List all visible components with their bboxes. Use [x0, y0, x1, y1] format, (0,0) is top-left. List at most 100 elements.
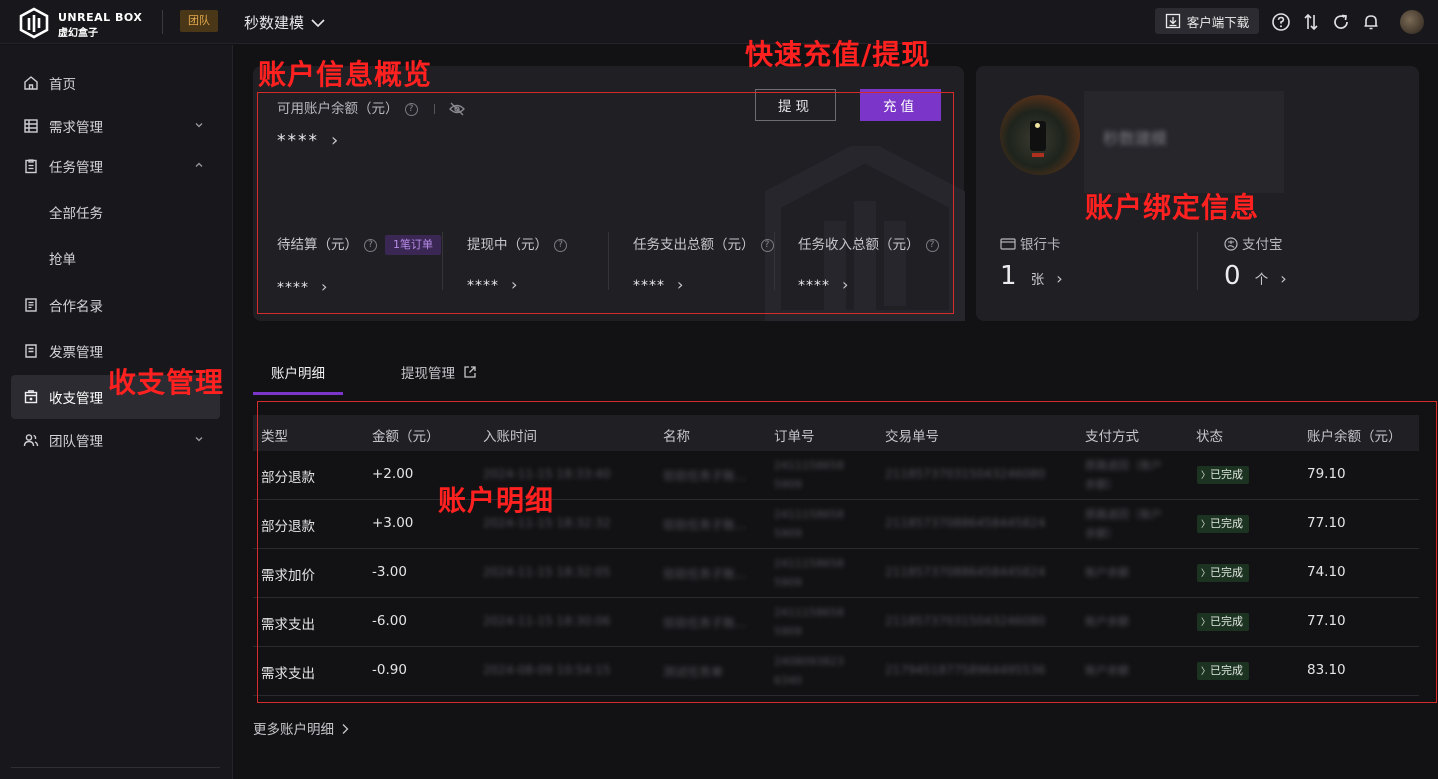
- cell-order-id-cont: 6340: [774, 674, 802, 687]
- alipay-unit: 个: [1254, 272, 1269, 288]
- cell-transaction-id: 211857370886458445824: [885, 516, 1046, 530]
- external-link-icon: [464, 366, 476, 378]
- withdraw-button[interactable]: 提现: [755, 89, 836, 121]
- cell-time: 2024-11-15 18:32:05: [483, 565, 611, 579]
- cell-payment-method: 账户余额: [1085, 615, 1129, 628]
- client-download-button[interactable]: 客户端下载: [1155, 8, 1259, 34]
- cell-order-id: 2411158658: [774, 508, 844, 521]
- alipay-count-row[interactable]: 0 个 ›: [1224, 261, 1287, 291]
- bank-card-label-row: 银行卡: [1000, 233, 1061, 253]
- logo-icon: [19, 7, 49, 39]
- help-circle-icon[interactable]: ?: [404, 102, 418, 116]
- balance-label-row: 可用账户余额（元）?: [277, 97, 466, 117]
- label-divider: [433, 104, 435, 114]
- column-header: 类型: [261, 429, 288, 445]
- help-circle-icon[interactable]: ?: [364, 238, 377, 252]
- status-badge: 〉已完成: [1197, 466, 1250, 484]
- column-header: 交易单号: [885, 429, 939, 445]
- status-dot-icon: 〉: [1201, 667, 1211, 677]
- account-name: 秒数建模: [1103, 129, 1168, 148]
- status-label: 已完成: [1210, 468, 1244, 481]
- sort-icon[interactable]: [1301, 12, 1321, 32]
- column-header: 订单号: [774, 429, 815, 445]
- bell-icon[interactable]: [1361, 12, 1381, 32]
- cell-amount: +3.00: [372, 515, 414, 531]
- top-bar: UNREAL BOX 虚幻盒子 团队 秒数建模 客户端下载: [0, 0, 1438, 44]
- table-header: 类型 金额（元） 入账时间 名称 订单号 交易单号 支付方式 状态 账户余额（元…: [253, 415, 1419, 451]
- table-row[interactable]: 部分退款 +3.00 2024-11-15 18:32:32 验验任务子账... 241…: [253, 500, 1419, 549]
- cell-name: 验验任务子账...: [663, 469, 747, 483]
- workspace-selector[interactable]: 秒数建模: [244, 12, 325, 33]
- alipay-count: 0: [1224, 261, 1241, 291]
- tab-account-detail[interactable]: 账户明细: [271, 362, 325, 382]
- alipay-icon: [1224, 237, 1238, 251]
- refresh-icon[interactable]: [1331, 12, 1351, 32]
- cell-type: 需求支出: [261, 666, 315, 682]
- stat-pending: 待结算（元）? 1笔订单 **** ›: [277, 233, 441, 296]
- alipay-label-row: 支付宝: [1224, 233, 1283, 253]
- stat-divider: [442, 232, 443, 290]
- stat-value-row[interactable]: **** ›: [467, 275, 567, 294]
- workspace-name: 秒数建模: [244, 14, 305, 32]
- eye-off-icon[interactable]: [449, 102, 466, 116]
- cell-payment-method: 账户余额: [1085, 566, 1129, 579]
- help-icon[interactable]: [1271, 12, 1291, 32]
- help-circle-icon[interactable]: ?: [760, 238, 774, 252]
- table-row[interactable]: 需求加价 -3.00 2024-11-15 18:32:05 验验任务子账... 241…: [253, 549, 1419, 598]
- sidebar-item-partners[interactable]: 合作名录: [11, 283, 220, 327]
- balance-value-row[interactable]: **** ›: [277, 130, 338, 151]
- table-row[interactable]: 需求支出 -0.90 2024-08-09 10:54:15 测试任务单 2408093…: [253, 647, 1419, 696]
- cell-payment-method: 账户余额: [1085, 664, 1129, 677]
- more-account-detail-link[interactable]: 更多账户明细: [253, 718, 350, 738]
- stat-value: ****: [277, 280, 309, 296]
- stat-value-row[interactable]: **** ›: [277, 277, 441, 296]
- cell-type: 部分退款: [261, 519, 315, 535]
- bank-card-count-row[interactable]: 1 张 ›: [1000, 261, 1063, 291]
- chevron-right-icon: ›: [1056, 269, 1063, 288]
- table-row[interactable]: 部分退款 +2.00 2024-11-15 18:33:40 验验任务子账... 241…: [253, 451, 1419, 500]
- cell-type: 部分退款: [261, 470, 315, 486]
- cell-transaction-id: 211857370886458445824: [885, 565, 1046, 579]
- cell-amount: -0.90: [372, 662, 407, 678]
- sidebar-item-home[interactable]: 首页: [11, 61, 220, 105]
- balance-label: 可用账户余额（元）: [277, 101, 399, 117]
- stat-withdrawing: 提现中（元）? **** ›: [467, 233, 567, 294]
- stat-value: ****: [798, 278, 830, 294]
- bank-card-count: 1: [1000, 261, 1017, 291]
- sidebar-item-team[interactable]: 团队管理: [11, 418, 220, 462]
- help-circle-icon[interactable]: ?: [554, 238, 567, 252]
- cell-transaction-id: 211857370315043246080: [885, 467, 1046, 481]
- clipboard-icon: [25, 159, 37, 174]
- tab-withdraw-management[interactable]: 提现管理: [401, 362, 477, 382]
- help-circle-icon[interactable]: ?: [925, 238, 939, 252]
- status-badge: 〉已完成: [1197, 662, 1250, 680]
- stat-task-income: 任务收入总额（元）? **** ›: [798, 233, 939, 294]
- cell-order-id-cont: 5909: [774, 527, 802, 540]
- sidebar-item-label: 首页: [49, 77, 76, 93]
- annotation-label-overview: 账户信息概览: [258, 58, 433, 91]
- stat-divider: [774, 232, 775, 290]
- user-avatar[interactable]: [1400, 10, 1424, 34]
- sidebar-subitem-all-tasks[interactable]: 全部任务: [49, 202, 103, 222]
- cell-balance: 77.10: [1307, 515, 1346, 531]
- stat-value-row[interactable]: **** ›: [633, 275, 774, 294]
- table-row[interactable]: 需求支出 -6.00 2024-11-15 18:30:06 验验任务子账... 241…: [253, 598, 1419, 647]
- sidebar-item-demand[interactable]: 需求管理: [11, 104, 220, 148]
- chevron-right-icon: ›: [677, 275, 684, 294]
- sidebar-item-label: 合作名录: [49, 299, 103, 315]
- chevron-right-icon: [342, 724, 349, 734]
- annotation-label-binding: 账户绑定信息: [1085, 191, 1260, 224]
- column-header: 支付方式: [1085, 429, 1139, 445]
- sidebar-item-task[interactable]: 任务管理: [11, 144, 220, 188]
- status-dot-icon: 〉: [1201, 569, 1211, 579]
- stat-label: 提现中（元）: [467, 237, 548, 253]
- stat-value: ****: [467, 278, 499, 294]
- stat-value-row[interactable]: **** ›: [798, 275, 939, 294]
- order-count-badge[interactable]: 1笔订单: [385, 235, 441, 255]
- table-icon: [24, 119, 38, 133]
- column-header: 入账时间: [483, 429, 537, 445]
- sidebar-divider: [11, 767, 220, 768]
- recharge-button[interactable]: 充值: [860, 89, 941, 121]
- cell-amount: -3.00: [372, 564, 407, 580]
- sidebar-subitem-grab-order[interactable]: 抢单: [49, 248, 76, 268]
